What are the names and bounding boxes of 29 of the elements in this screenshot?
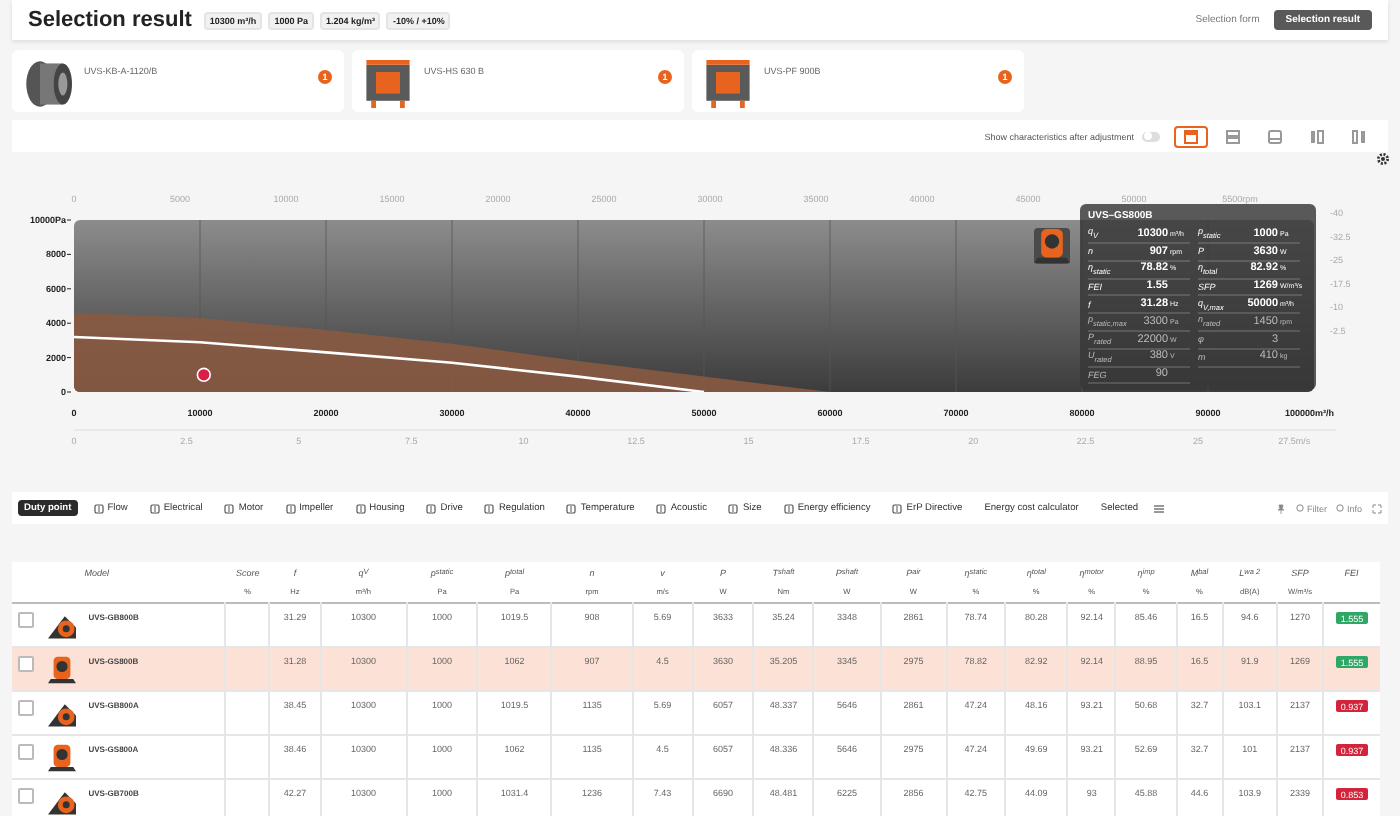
row-checkbox[interactable]: [18, 656, 35, 672]
row-checkbox[interactable]: [18, 612, 35, 628]
row-checkbox[interactable]: [18, 700, 35, 716]
list-icon[interactable]: [1154, 503, 1165, 513]
split-icon: [1352, 129, 1366, 143]
box-fan-drawing: [704, 60, 752, 108]
fan-impeller-drawing: [48, 612, 77, 640]
row-checkbox[interactable]: [18, 744, 35, 760]
columns-icon: [1310, 129, 1324, 143]
housed-fan-drawing: [48, 744, 77, 772]
fan-impeller-drawing: [48, 700, 77, 728]
view-option-button[interactable]: [1174, 125, 1208, 147]
panel-icon: [1268, 129, 1282, 143]
fan-impeller-drawing: [48, 788, 77, 816]
layout-icon: [1184, 129, 1198, 143]
settings-icon[interactable]: [1376, 152, 1390, 166]
toggle-switch[interactable]: [1142, 131, 1160, 141]
duty-point-marker: [196, 367, 211, 382]
circle-icon: [1296, 504, 1305, 512]
housed-fan-drawing: [1034, 228, 1070, 264]
box-fan-drawing: [364, 60, 412, 108]
housed-fan-drawing: [48, 656, 77, 684]
fullscreen-icon[interactable]: [1372, 503, 1382, 513]
axial-fan-drawing: [24, 60, 72, 108]
row-checkbox[interactable]: [18, 788, 35, 804]
circle-icon: [1336, 504, 1345, 512]
rows-icon: [1226, 129, 1240, 143]
pin-icon[interactable]: [1276, 503, 1287, 513]
page-title: Selection result: [28, 8, 192, 32]
